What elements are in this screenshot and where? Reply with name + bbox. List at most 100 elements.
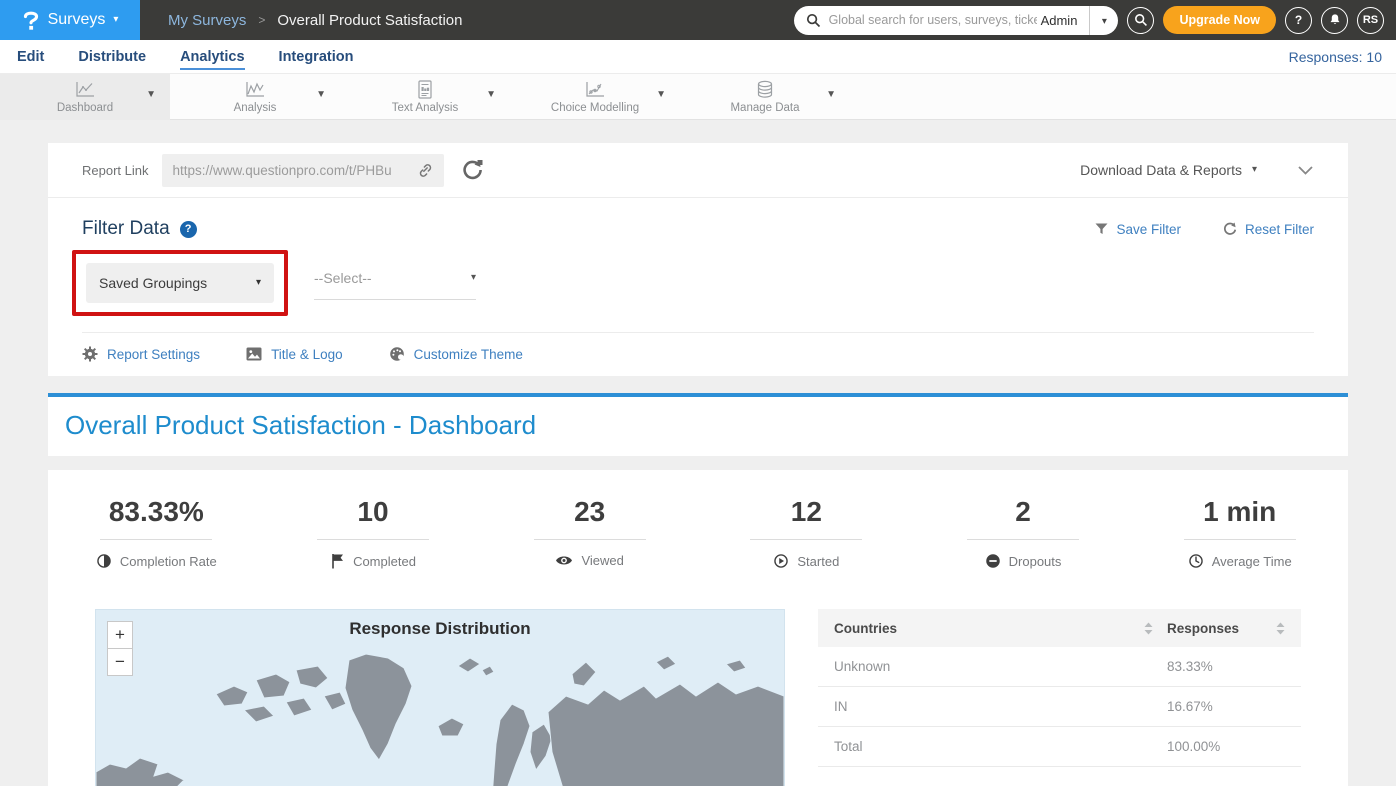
clock-icon <box>1188 553 1204 569</box>
help-button[interactable]: ? <box>1285 7 1312 34</box>
responses-count: Responses: 10 <box>1289 49 1396 65</box>
report-settings-link[interactable]: Report Settings <box>82 346 200 362</box>
toolbar-item-text-analysis[interactable]: Text Analysis ▼ <box>340 74 510 120</box>
flag-icon <box>330 553 345 569</box>
stat-viewed: 23 Viewed <box>481 496 698 569</box>
report-settings-card: Report Link Download Data & Reports ▾ <box>48 143 1348 376</box>
gear-icon <box>82 346 98 362</box>
filter-controls-row: Saved Groupings ▾ --Select-- ▾ <box>48 240 1348 316</box>
reset-icon <box>1223 222 1237 236</box>
bell-icon <box>1328 13 1342 27</box>
saved-groupings-dropdown[interactable]: Saved Groupings ▾ <box>86 263 274 303</box>
responses-column-header: Responses <box>1167 621 1239 636</box>
analysis-chart-icon <box>244 81 266 99</box>
country-cell: IN <box>834 699 1167 714</box>
save-filter-button[interactable]: Save Filter <box>1095 222 1181 237</box>
countries-table: Countries Responses <box>818 609 1301 786</box>
search-input[interactable] <box>829 13 1037 27</box>
chevron-down-icon[interactable]: ▼ <box>486 89 496 100</box>
tab-integration[interactable]: Integration <box>262 49 371 65</box>
image-icon <box>246 347 262 361</box>
filter-actions: Save Filter Reset Filter <box>1095 222 1314 237</box>
dashboard-title-card: Overall Product Satisfaction - Dashboard <box>48 393 1348 456</box>
responses-cell: 16.67% <box>1167 699 1285 714</box>
eye-icon <box>555 554 573 567</box>
country-cell: Total <box>834 739 1167 754</box>
filter-select-dropdown[interactable]: --Select-- ▾ <box>314 270 476 300</box>
response-distribution-map: Response Distribution + − <box>95 609 785 786</box>
chevron-down-icon[interactable]: ▼ <box>146 89 156 100</box>
tab-edit[interactable]: Edit <box>0 49 61 65</box>
toolbar-item-manage-data[interactable]: Manage Data ▼ <box>680 74 850 120</box>
report-link-row: Report Link Download Data & Reports ▾ <box>48 143 1348 198</box>
minus-circle-icon <box>985 553 1001 569</box>
countries-column-header: Countries <box>834 621 897 636</box>
table-row: IN 16.67% <box>818 687 1301 727</box>
chevron-down-icon: ▾ <box>1102 16 1107 27</box>
avatar[interactable]: RS <box>1357 7 1384 34</box>
stat-started: 12 Started <box>698 496 915 569</box>
breadcrumb-current-survey: Overall Product Satisfaction <box>277 12 462 29</box>
customize-theme-link[interactable]: Customize Theme <box>389 346 523 362</box>
link-icon[interactable] <box>417 163 434 178</box>
chevron-down-icon[interactable]: ▼ <box>656 89 666 100</box>
search-scope-dropdown[interactable]: ▾ <box>1090 11 1118 29</box>
choice-modelling-icon <box>584 81 606 99</box>
questionpro-analytics-page: Surveys ▾ My Surveys > Overall Product S… <box>0 0 1396 786</box>
sort-icon[interactable] <box>1144 622 1153 635</box>
text-analysis-icon <box>416 81 434 99</box>
chevron-down-icon: ▾ <box>256 278 261 288</box>
topbar-actions: Admin ▾ Upgrade Now ? RS <box>794 6 1396 35</box>
collapse-section-icon[interactable] <box>1297 165 1314 176</box>
chevron-down-icon[interactable]: ▼ <box>316 89 326 100</box>
report-link-label: Report Link <box>82 163 148 178</box>
tab-distribute[interactable]: Distribute <box>61 49 163 65</box>
page-title: Overall Product Satisfaction - Dashboard <box>65 410 1331 441</box>
responses-cell: 100.00% <box>1167 739 1285 754</box>
chevron-down-icon: ▾ <box>1252 165 1257 175</box>
analytics-toolbar: Dashboard ▼ Analysis ▼ Text Analysis ▼ C… <box>0 74 1396 120</box>
toolbar-item-analysis[interactable]: Analysis ▼ <box>170 74 340 120</box>
open-report-icon[interactable] <box>462 159 484 181</box>
world-map-graphic[interactable] <box>96 652 784 786</box>
breadcrumb-my-surveys[interactable]: My Surveys <box>168 12 246 29</box>
countries-table-header: Countries Responses <box>818 609 1301 647</box>
filter-help-icon[interactable]: ? <box>180 221 197 238</box>
report-link-input[interactable] <box>172 163 417 178</box>
map-title: Response Distribution <box>96 619 784 639</box>
report-link-field <box>162 154 444 187</box>
questionpro-logo-icon <box>22 9 40 31</box>
completion-rate-icon <box>96 553 112 569</box>
search-icon <box>806 13 821 28</box>
chevron-down-icon[interactable]: ▼ <box>826 89 836 100</box>
global-search: Admin ▾ <box>794 6 1119 35</box>
title-logo-link[interactable]: Title & Logo <box>246 347 343 362</box>
annotation-highlight-box: Saved Groupings ▾ <box>72 250 288 316</box>
report-config-links: Report Settings Title & Logo Customize T… <box>48 333 1348 376</box>
toolbar-item-choice-modelling[interactable]: Choice Modelling ▼ <box>510 74 680 120</box>
upgrade-now-button[interactable]: Upgrade Now <box>1163 6 1276 34</box>
sort-icon[interactable] <box>1276 622 1285 635</box>
database-icon <box>755 81 775 99</box>
stat-dropouts: 2 Dropouts <box>915 496 1132 569</box>
stat-completed: 10 Completed <box>265 496 482 569</box>
report-link-actions: Download Data & Reports ▾ <box>1080 162 1314 178</box>
dashboard-content-card: 83.33% Completion Rate 10 <box>48 470 1348 786</box>
play-circle-icon <box>773 553 789 569</box>
palette-icon <box>389 346 405 362</box>
filter-data-header: Filter Data ? Save Filter Reset Filter <box>48 198 1348 240</box>
stat-completion-rate: 83.33% Completion Rate <box>48 496 265 569</box>
product-switcher[interactable]: Surveys ▾ <box>0 0 140 40</box>
topbar: Surveys ▾ My Surveys > Overall Product S… <box>0 0 1396 40</box>
toolbar-item-dashboard[interactable]: Dashboard ▼ <box>0 74 170 120</box>
tab-analytics[interactable]: Analytics <box>163 49 261 65</box>
search-button[interactable] <box>1127 7 1154 34</box>
table-row: Total 100.00% <box>818 727 1301 767</box>
download-data-reports-dropdown[interactable]: Download Data & Reports ▾ <box>1080 162 1257 178</box>
notifications-button[interactable] <box>1321 7 1348 34</box>
map-zoom-in-button[interactable]: + <box>107 621 133 649</box>
filter-data-title: Filter Data <box>82 218 170 240</box>
dashboard-bottom-row: Response Distribution + − <box>48 609 1348 786</box>
reset-filter-button[interactable]: Reset Filter <box>1223 222 1314 237</box>
search-scope-label: Admin <box>1037 13 1090 28</box>
